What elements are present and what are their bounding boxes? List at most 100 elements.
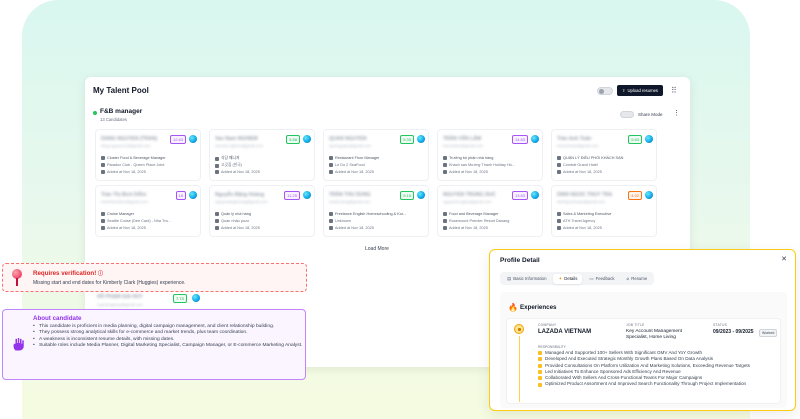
candidate-name[interactable]: Nguyễn Đặng Hoàng — [215, 192, 264, 198]
added-date: Added at Nov 18, 2025 — [221, 226, 260, 230]
company-label: COMPANY — [538, 323, 557, 327]
candidate-name[interactable]: QUAN NGUYEN — [329, 136, 367, 142]
added-date: Added at Nov 18, 2025 — [563, 170, 602, 174]
employment-period: 09/2023 - 09/2025 — [713, 329, 754, 335]
tab-label: Resume — [631, 276, 648, 281]
avatar — [531, 135, 539, 143]
group-status-dot — [93, 111, 97, 115]
avatar — [417, 191, 425, 199]
candidate-name[interactable]: NGUYEN TRUNG DUC — [443, 192, 496, 198]
briefcase-icon — [329, 212, 333, 216]
briefcase-icon — [443, 212, 447, 216]
upload-resumes-button[interactable]: ⇪ Upload resumes — [617, 85, 664, 96]
calendar-icon — [101, 170, 105, 174]
candidate-card[interactable]: NGUYEN TRUNG DUC nguyentrungduc@gmail.com… — [437, 185, 543, 237]
verification-text: Missing start and end dates for Kimberly… — [33, 280, 186, 286]
company-row: Quán nhậu puzo — [215, 219, 249, 223]
candidate-card[interactable]: Trần Anh Tuấn trananhtuan@gmail.com 9.83 QU… — [551, 129, 657, 181]
score-badge: 12.83 — [169, 135, 186, 144]
building-icon — [329, 219, 333, 223]
share-mode-toggle[interactable] — [620, 111, 634, 118]
load-more-button[interactable]: Load More — [365, 246, 389, 252]
role-row: Trưởng bộ phận nhà hàng — [443, 156, 493, 160]
company-row: Seattle Cruise (Dee Card) - Nha Tra... — [101, 219, 171, 223]
group-title[interactable]: F&B manager — [100, 108, 142, 115]
company-row: ATH Travel Agency — [557, 219, 595, 223]
candidate-role: 식당 매니저 — [221, 156, 240, 160]
candidate-role: Freelance English Homeschooling & Kor... — [335, 212, 407, 216]
tab-basic-information[interactable]: ▤ Basic Information — [502, 274, 551, 284]
candidate-role: Restaurant Floor Manager — [335, 156, 380, 160]
close-icon[interactable]: ✕ — [781, 255, 787, 263]
bullet-icon — [538, 351, 542, 356]
tab-feedback[interactable]: ▭ Feedback — [584, 274, 619, 284]
candidate-role: Cluster Food & Beverage Manager — [107, 156, 166, 160]
added-date: Added at Nov 18, 2025 — [107, 226, 146, 230]
candidate-card[interactable]: Nguyễn Đặng Hoàng nguyendanghoang@gmail.c… — [209, 185, 315, 237]
tab-details[interactable]: ✦ Details — [553, 273, 583, 284]
candidate-card[interactable]: Trần Thị Bích Diễm tranthibichdiem@gmail.… — [95, 185, 201, 237]
candidate-name[interactable]: TRẦN THU DUNG — [329, 192, 371, 198]
candidate-email: trananhtuan@gmail.com — [557, 144, 599, 148]
role-row: Restaurant Floor Manager — [329, 156, 379, 160]
tab-label: Feedback — [595, 276, 615, 281]
avatar — [189, 135, 197, 143]
calendar-icon — [101, 226, 105, 230]
avatar — [189, 191, 197, 199]
candidate-card[interactable]: DINH NGOC THUY TRA dinhngocthuytra@gmail.… — [551, 185, 657, 237]
briefcase-icon — [557, 212, 561, 216]
building-icon — [557, 163, 561, 167]
candidate-card[interactable]: Van Nam NGHIEM vannam.nghiem@gmail.com 5.5… — [209, 129, 315, 181]
building-icon — [215, 163, 219, 168]
candidate-name[interactable]: TRẦN VĂN LÂM — [443, 136, 481, 142]
candidate-name[interactable]: Trần Thị Bích Diễm — [101, 192, 146, 198]
added-row: Added at Nov 18, 2025 — [101, 170, 146, 174]
building-icon — [215, 219, 219, 223]
candidate-company: 고깃집 (한국) — [221, 163, 243, 167]
upload-resumes-label: Upload resumes — [627, 88, 659, 93]
candidate-name[interactable]: HỒ PHẠM GIA HUY — [97, 294, 143, 300]
verification-title: Requires verification! ⓘ — [33, 270, 103, 277]
company-row: Combat Grand Hotel — [557, 163, 598, 167]
role-row: Cluster Food & Beverage Manager — [101, 156, 166, 160]
company-row: 고깃집 (한국) — [215, 163, 242, 168]
candidate-name[interactable]: Van Nam NGHIEM — [215, 136, 258, 142]
grid-view-icon[interactable]: ⠿ — [671, 87, 677, 95]
added-row: Added at Nov 18, 2025 — [329, 170, 374, 174]
candidate-card[interactable]: DANG NGUYEN (TRAN) dang.nguyen123@gmail.c… — [95, 129, 201, 181]
upload-icon: ⇪ — [622, 88, 626, 93]
responsibility-text: Optimized Product Assortment And Improve… — [545, 381, 747, 387]
view-toggle[interactable] — [597, 87, 613, 95]
company-row: Unknown — [329, 219, 351, 223]
candidate-card[interactable]: QUAN NGUYEN quannguyen@gmail.com 9.33 Resta… — [323, 129, 429, 181]
more-options-icon[interactable]: ⋮ — [673, 109, 680, 117]
job-title: Key Account Management Specialist, Home … — [626, 329, 682, 340]
candidate-company: Combat Grand Hotel — [563, 163, 598, 167]
calendar-icon — [443, 226, 447, 230]
role-row: Food and Beverage Manager — [443, 212, 498, 216]
hand-icon — [13, 337, 24, 351]
candidate-name[interactable]: DANG NGUYEN (TRAN) — [101, 136, 157, 142]
bullet-icon — [538, 382, 542, 387]
tab-label: Details — [564, 276, 578, 281]
candidate-card[interactable]: TRẦN THU DUNG tranthudung@gmail.com 9.15 Fr… — [323, 185, 429, 237]
candidate-name[interactable]: DINH NGOC THUY TRA — [557, 192, 612, 198]
candidate-card[interactable]: TRẦN VĂN LÂM tranvanlam@gmail.com 14.83 Trư… — [437, 129, 543, 181]
tab-resume[interactable]: ⌀ Resume — [622, 274, 653, 284]
avatar — [303, 135, 311, 143]
comment-icon: ▭ — [589, 275, 594, 281]
candidate-company: Paradox Club - Queen Place Joint — [107, 163, 165, 167]
role-row: QUẢN LÝ ĐIỀU PHỐI KHÁCH SẠN — [557, 156, 623, 160]
candidate-email: dinhngocthuytra@gmail.com — [557, 200, 606, 204]
added-date: Added at Nov 18, 2025 — [335, 226, 374, 230]
candidate-name[interactable]: Trần Anh Tuấn — [557, 136, 591, 142]
added-row: Added at Nov 18, 2025 — [101, 226, 146, 230]
avatar — [303, 191, 311, 199]
bullet-icon — [538, 363, 542, 368]
candidate-role: Cruise Manager — [107, 212, 135, 216]
calendar-icon — [557, 170, 561, 174]
added-row: Added at Nov 18, 2025 — [329, 226, 374, 230]
candidate-company: Rosemount Premier Resort Danang — [449, 219, 510, 223]
tab-label: Basic Information — [513, 276, 547, 281]
candidate-company: Quán nhậu puzo — [221, 219, 250, 223]
